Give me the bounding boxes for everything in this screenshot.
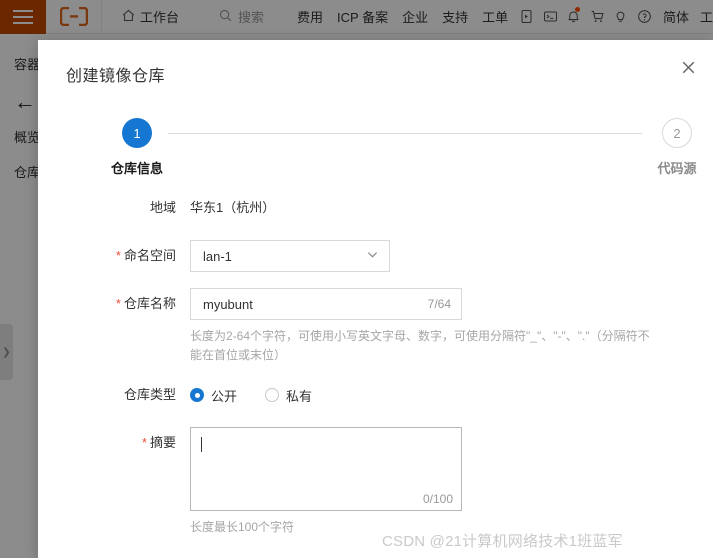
- summary-textarea[interactable]: 0/100: [190, 427, 462, 511]
- form-row-namespace: * 命名空间 lan-1: [38, 240, 713, 272]
- chevron-down-icon: [366, 248, 379, 264]
- csdn-watermark: CSDN @21计算机网络技术1班蓝军: [382, 533, 623, 550]
- step-connector-line: [168, 133, 642, 134]
- step-2-number: 2: [662, 118, 692, 148]
- step-code-source[interactable]: 2 代码源: [640, 118, 713, 177]
- required-marker: *: [141, 435, 147, 450]
- step-repository-info[interactable]: 1 仓库信息: [100, 118, 174, 177]
- repo-type-radio-group: 公开 私有: [190, 379, 713, 411]
- close-icon[interactable]: [677, 56, 699, 78]
- radio-public[interactable]: 公开: [190, 386, 237, 405]
- repo-name-value: myubunt: [203, 296, 253, 312]
- step-1-label: 仓库信息: [110, 161, 163, 176]
- repo-name-label-text: 仓库名称: [123, 296, 176, 311]
- form-row-summary: * 摘要 0/100 长度最长100个字符: [38, 427, 713, 537]
- dialog-title: 创建镜像仓库: [66, 68, 166, 85]
- namespace-selected-value: lan-1: [203, 248, 232, 264]
- radio-private-label: 私有: [286, 388, 313, 404]
- summary-label-text: 摘要: [149, 435, 176, 450]
- repo-type-label: 仓库类型: [123, 387, 176, 402]
- namespace-label-text: 命名空间: [123, 248, 176, 263]
- summary-counter: 0/100: [422, 492, 453, 506]
- repo-name-hint: 长度为2-64个字符，可使用小写英文字母、数字，可使用分隔符"_"、"-"、".…: [190, 329, 650, 362]
- page-root: 工作台 搜索 费用 ICP 备案 企业 支持 工单 简体 工 ← 概览 ❯ 创建…: [0, 0, 713, 558]
- region-label: 地域: [149, 200, 176, 215]
- namespace-label: * 命名空间: [38, 240, 190, 272]
- namespace-select[interactable]: lan-1: [190, 240, 390, 272]
- form-row-repo-type: 仓库类型 公开 私有: [38, 379, 713, 411]
- step-1-number: 1: [122, 118, 152, 148]
- form-row-repo-name: * 仓库名称 myubunt 7/64 长度为2-64个字符，可使用小写英文字母、…: [38, 288, 713, 365]
- repo-name-input[interactable]: myubunt 7/64: [190, 288, 462, 320]
- step-2-label: 代码源: [657, 161, 697, 176]
- form-row-region: 地域 华东1（杭州）: [38, 192, 713, 224]
- repo-name-counter: 7/64: [427, 297, 451, 311]
- create-image-repository-dialog: 创建镜像仓库 1 仓库信息 2 代码源 地域 华东1（杭州） * 命名空间 la…: [38, 40, 713, 558]
- repository-form: 地域 华东1（杭州） * 命名空间 lan-1 * 仓库名称 myubunt 7…: [38, 192, 713, 537]
- radio-public-indicator: [190, 388, 204, 402]
- required-marker: *: [115, 296, 121, 311]
- radio-public-label: 公开: [211, 388, 238, 404]
- step-indicator: 1 仓库信息 2 代码源: [68, 118, 697, 180]
- repo-name-label: * 仓库名称: [38, 288, 190, 320]
- radio-private[interactable]: 私有: [265, 386, 312, 405]
- required-marker: *: [115, 248, 121, 263]
- text-cursor: [201, 437, 202, 453]
- region-value: 华东1（杭州）: [190, 200, 276, 215]
- summary-label: * 摘要: [38, 427, 190, 459]
- radio-private-indicator: [265, 388, 280, 402]
